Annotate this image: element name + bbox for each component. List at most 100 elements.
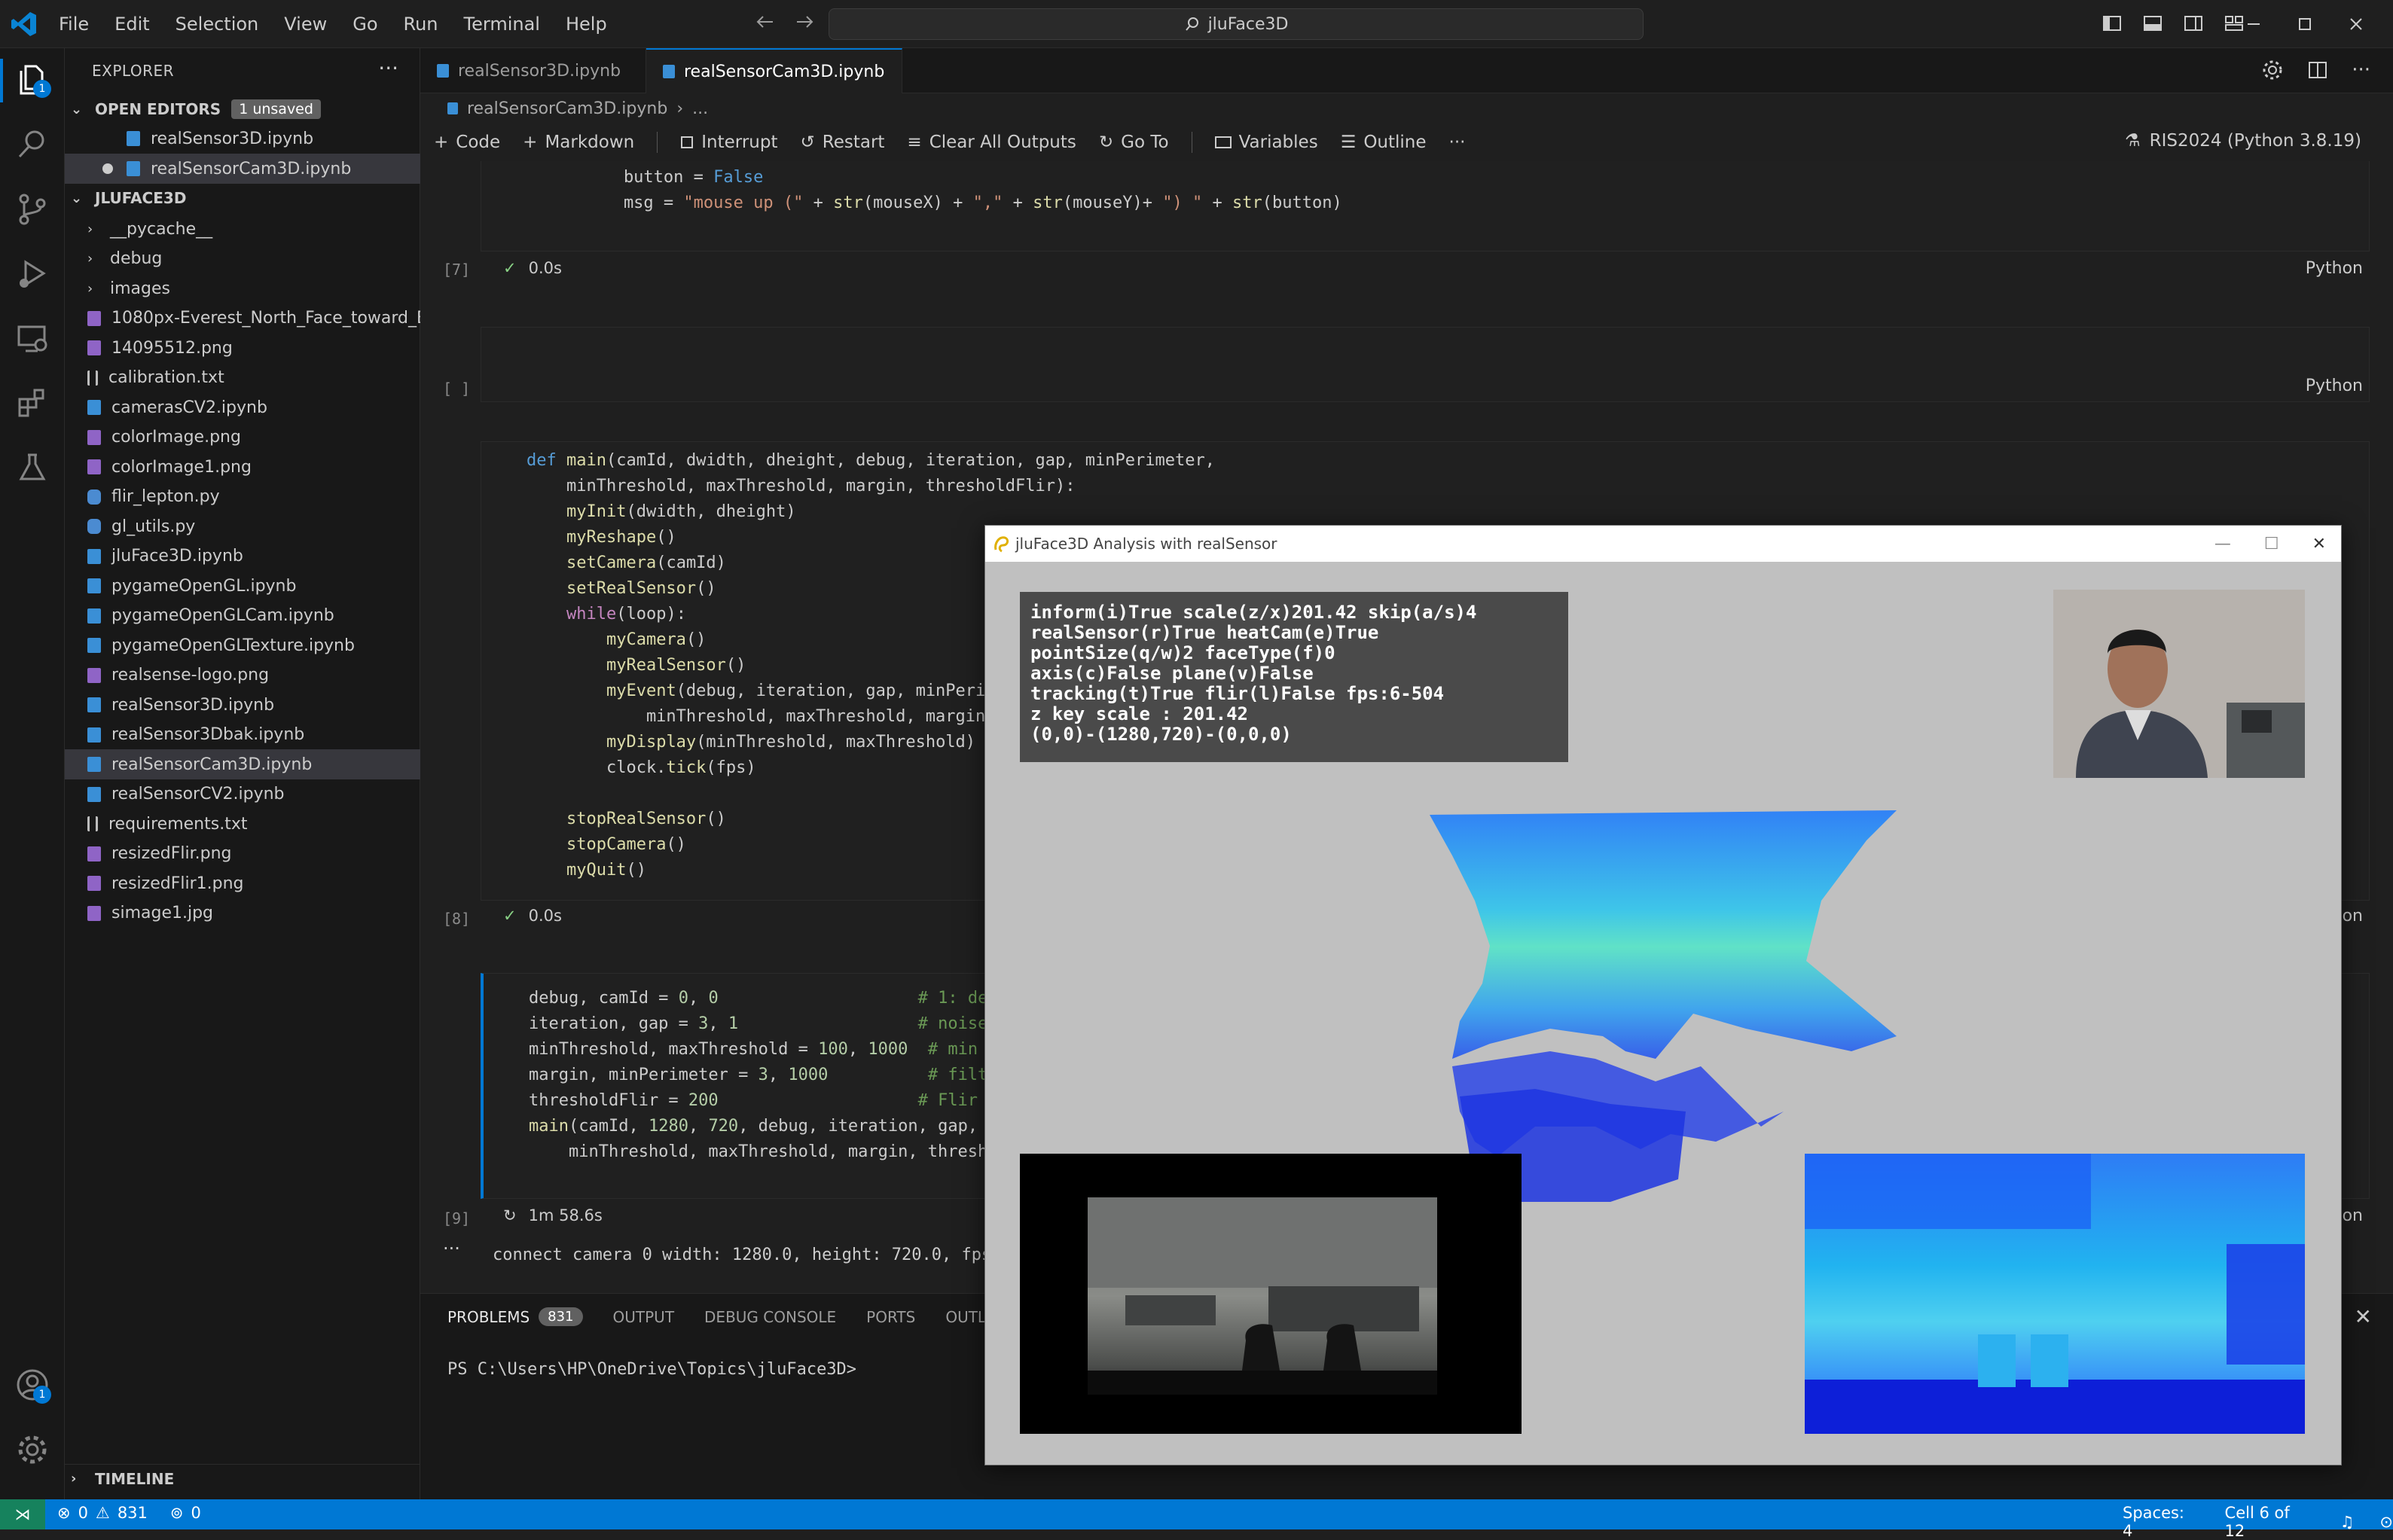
- menu-run[interactable]: Run: [404, 14, 438, 35]
- tab-ports[interactable]: PORTS: [866, 1308, 915, 1326]
- file-item[interactable]: camerasCV2.ipynb: [65, 392, 420, 422]
- pygame-canvas[interactable]: inform(i)True scale(z/x)201.42 skip(a/s)…: [985, 562, 2341, 1465]
- problems-status[interactable]: ⊗ 0 ⚠ 831 ⊚ 0: [57, 1504, 201, 1522]
- minimize-icon[interactable]: [2245, 15, 2263, 33]
- toggle-secondary-sidebar-icon[interactable]: [2183, 13, 2204, 34]
- pygame-close-icon[interactable]: ✕: [2312, 535, 2326, 553]
- tab-realsensor3d[interactable]: realSensor3D.ipynb: [420, 48, 646, 93]
- file-item[interactable]: colorImage.png: [65, 422, 420, 453]
- folder-item[interactable]: › images: [65, 273, 420, 303]
- run-debug-icon[interactable]: [15, 256, 50, 291]
- cell-code[interactable]: mouseX, mouseY = pygame.mouse.get_pos() …: [504, 161, 1342, 216]
- go-to-button[interactable]: ↻ Go To: [1099, 133, 1169, 152]
- toolbar-more-button[interactable]: ···: [1449, 133, 1466, 152]
- file-item[interactable]: realsense-logo.png: [65, 660, 420, 691]
- file-item[interactable]: realSensor3Dbak.ipynb: [65, 720, 420, 750]
- tab-debug-console[interactable]: DEBUG CONSOLE: [704, 1308, 836, 1326]
- remote-indicator-icon[interactable]: ⋊: [0, 1499, 45, 1529]
- terminal-prompt[interactable]: PS C:\Users\HP\OneDrive\Topics\jluFace3D…: [447, 1360, 856, 1379]
- file-item[interactable]: pygameOpenGL.ipynb: [65, 571, 420, 601]
- notifications-bell-icon[interactable]: ♫: [2340, 1513, 2355, 1531]
- toggle-sidebar-icon[interactable]: [2102, 13, 2123, 34]
- indentation-status[interactable]: Spaces: 4: [2123, 1504, 2199, 1540]
- folder-item[interactable]: › __pycache__: [65, 214, 420, 244]
- add-markdown-button[interactable]: + Markdown: [523, 133, 634, 152]
- kernel-picker[interactable]: ⚗ RIS2024 (Python 3.8.19): [2125, 131, 2361, 151]
- file-item[interactable]: 1080px-Everest_North_Face_toward_B...: [65, 303, 420, 334]
- menu-selection[interactable]: Selection: [176, 14, 259, 35]
- breadcrumb-file[interactable]: realSensorCam3D.ipynb: [467, 99, 667, 118]
- open-editor-item[interactable]: realSensor3D.ipynb: [65, 124, 420, 154]
- more-actions-icon[interactable]: ···: [2352, 59, 2370, 81]
- file-item[interactable]: resizedFlir.png: [65, 839, 420, 869]
- folder-header[interactable]: ⌄ JLUFACE3D: [65, 184, 420, 212]
- menu-edit[interactable]: Edit: [114, 14, 149, 35]
- cell-language[interactable]: Python: [2306, 377, 2363, 395]
- file-item[interactable]: realSensor3D.ipynb: [65, 690, 420, 720]
- file-item[interactable]: requirements.txt: [65, 809, 420, 839]
- tab-realsensorcam3d[interactable]: realSensorCam3D.ipynb: [646, 48, 902, 93]
- menu-view[interactable]: View: [284, 14, 327, 35]
- testing-flask-icon[interactable]: [15, 450, 50, 485]
- panel-close-icon[interactable]: ✕: [2355, 1304, 2372, 1329]
- pygame-maximize-icon[interactable]: ☐: [2264, 535, 2279, 553]
- output-more-icon[interactable]: ···: [443, 1238, 460, 1259]
- file-item[interactable]: simage1.jpg: [65, 898, 420, 929]
- file-item[interactable]: resizedFlir1.png: [65, 868, 420, 898]
- code-cell[interactable]: [481, 327, 2370, 402]
- accounts-icon[interactable]: 1: [15, 1368, 51, 1404]
- file-item[interactable]: 14095512.png: [65, 333, 420, 363]
- tab-output[interactable]: OUTPUT: [613, 1308, 675, 1326]
- menu-go[interactable]: Go: [353, 14, 377, 35]
- add-code-button[interactable]: + Code: [434, 133, 500, 152]
- pygame-minimize-icon[interactable]: —: [2214, 535, 2231, 553]
- explorer-more-icon[interactable]: ···: [378, 56, 398, 81]
- folder-item[interactable]: › debug: [65, 244, 420, 274]
- settings-gear-icon[interactable]: [15, 1432, 50, 1467]
- file-item[interactable]: jluFace3D.ipynb: [65, 541, 420, 572]
- toggle-panel-icon[interactable]: [2142, 13, 2163, 34]
- split-editor-icon[interactable]: [2306, 59, 2329, 81]
- cell-position-status[interactable]: Cell 6 of 12: [2225, 1504, 2315, 1540]
- close-icon[interactable]: [2347, 15, 2365, 33]
- pygame-title-bar[interactable]: jluFace3D Analysis with realSensor — ☐ ✕: [985, 526, 2341, 562]
- search-view-icon[interactable]: [15, 127, 50, 161]
- copilot-icon[interactable]: ⊙: [2379, 1513, 2393, 1531]
- file-item[interactable]: calibration.txt: [65, 363, 420, 393]
- file-item[interactable]: gl_utils.py: [65, 511, 420, 541]
- timeline-header[interactable]: › TIMELINE: [65, 1464, 420, 1493]
- file-item[interactable]: colorImage1.png: [65, 452, 420, 482]
- open-editors-header[interactable]: ⌄ OPEN EDITORS 1 unsaved: [65, 95, 420, 124]
- file-item[interactable]: flir_lepton.py: [65, 482, 420, 512]
- code-cell[interactable]: mouseX, mouseY = pygame.mouse.get_pos() …: [481, 161, 2370, 252]
- gear-icon[interactable]: [2261, 59, 2284, 81]
- remote-explorer-icon[interactable]: [15, 321, 50, 355]
- file-item[interactable]: pygameOpenGLTexture.ipynb: [65, 630, 420, 660]
- tab-problems[interactable]: PROBLEMS 831: [447, 1307, 583, 1326]
- unsaved-dot-icon[interactable]: [102, 163, 113, 174]
- back-arrow-icon[interactable]: [753, 11, 776, 33]
- forward-arrow-icon[interactable]: [794, 11, 816, 33]
- interrupt-button[interactable]: Interrupt: [680, 133, 777, 152]
- cell-language[interactable]: Python: [2306, 259, 2363, 278]
- explorer-icon[interactable]: 1: [15, 62, 51, 98]
- file-item[interactable]: realSensorCV2.ipynb: [65, 779, 420, 810]
- variables-button[interactable]: Variables: [1214, 133, 1318, 152]
- cell-output: connect camera 0 width: 1280.0, height: …: [493, 1246, 1052, 1264]
- open-editor-item[interactable]: realSensorCam3D.ipynb: [65, 154, 420, 184]
- breadcrumb-more[interactable]: ...: [692, 99, 708, 118]
- pygame-window[interactable]: jluFace3D Analysis with realSensor — ☐ ✕…: [984, 525, 2342, 1465]
- menu-terminal[interactable]: Terminal: [464, 14, 540, 35]
- file-item[interactable]: pygameOpenGLCam.ipynb: [65, 601, 420, 631]
- command-center-search[interactable]: jluFace3D: [829, 8, 1644, 40]
- restart-button[interactable]: ↺ Restart: [800, 133, 884, 152]
- outline-button[interactable]: ☰ Outline: [1341, 133, 1427, 152]
- customize-layout-icon[interactable]: [2224, 13, 2245, 34]
- extensions-icon[interactable]: [15, 386, 50, 420]
- file-item[interactable]: realSensorCam3D.ipynb: [65, 749, 420, 779]
- clear-all-outputs-button[interactable]: ≡ Clear All Outputs: [907, 133, 1076, 152]
- maximize-icon[interactable]: [2296, 15, 2314, 33]
- menu-help[interactable]: Help: [566, 14, 607, 35]
- source-control-icon[interactable]: [15, 191, 50, 226]
- menu-file[interactable]: File: [59, 14, 89, 35]
